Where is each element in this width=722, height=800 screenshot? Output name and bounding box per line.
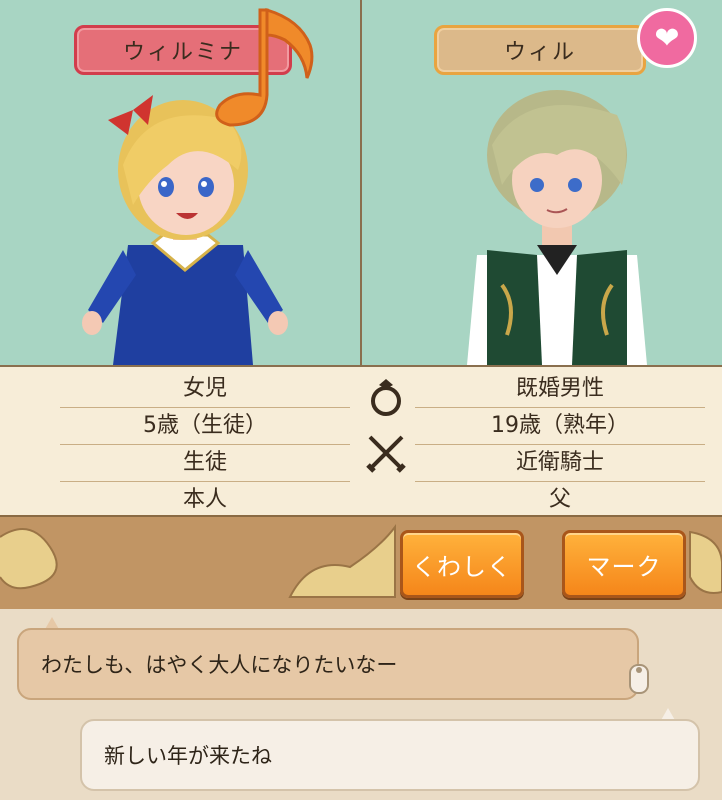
chat-bubble-right-character[interactable]: 新しい年が来たね: [80, 719, 700, 791]
music-note-icon: [215, 7, 314, 127]
left-character-panel[interactable]: ウィルミナ: [0, 0, 360, 365]
crossed-swords-icon: [366, 435, 406, 473]
chat-message-text: 新しい年が来たね: [104, 744, 272, 768]
chat-area: わたしも、はやく大人になりたいなー 新しい年が来たね: [0, 609, 722, 800]
favorite-heart-button[interactable]: ❤: [637, 8, 697, 68]
status-icons: [364, 375, 414, 479]
chat-message-text: わたしも、はやく大人になりたいなー: [41, 653, 398, 677]
girl-character-portrait: [82, 95, 288, 365]
mark-button[interactable]: マーク: [562, 530, 686, 598]
tap-finger-icon: [629, 664, 649, 694]
right-info-marital-status: 既婚男性: [415, 371, 705, 408]
right-info-occupation: 近衛騎士: [415, 445, 705, 482]
ring-icon: [371, 379, 401, 416]
right-info-relation: 父: [548, 487, 571, 512]
left-info-gender: 女児: [60, 371, 350, 408]
chat-bubble-left-character[interactable]: わたしも、はやく大人になりたいなー: [17, 628, 639, 700]
left-info-age: 5歳（生徒）: [60, 408, 350, 445]
right-character-info: 既婚男性 19歳（熟年） 近衛騎士 父: [415, 371, 705, 518]
character-info-table: 女児 5歳（生徒） 生徒 本人 既婚男性 19歳（熟年） 近衛騎士 父: [0, 365, 722, 517]
man-character-portrait: [467, 90, 647, 365]
right-character-panel[interactable]: ウィル ❤: [362, 0, 722, 365]
details-button[interactable]: くわしく: [400, 530, 524, 598]
action-bar: くわしく マーク: [0, 515, 722, 611]
left-info-occupation: 生徒: [60, 445, 350, 482]
heart-icon: ❤: [654, 20, 680, 56]
left-character-info: 女児 5歳（生徒） 生徒 本人: [60, 371, 350, 518]
left-info-relation: 本人: [182, 487, 227, 512]
right-character-name: ウィル: [434, 25, 646, 75]
right-info-age: 19歳（熟年）: [415, 408, 705, 445]
